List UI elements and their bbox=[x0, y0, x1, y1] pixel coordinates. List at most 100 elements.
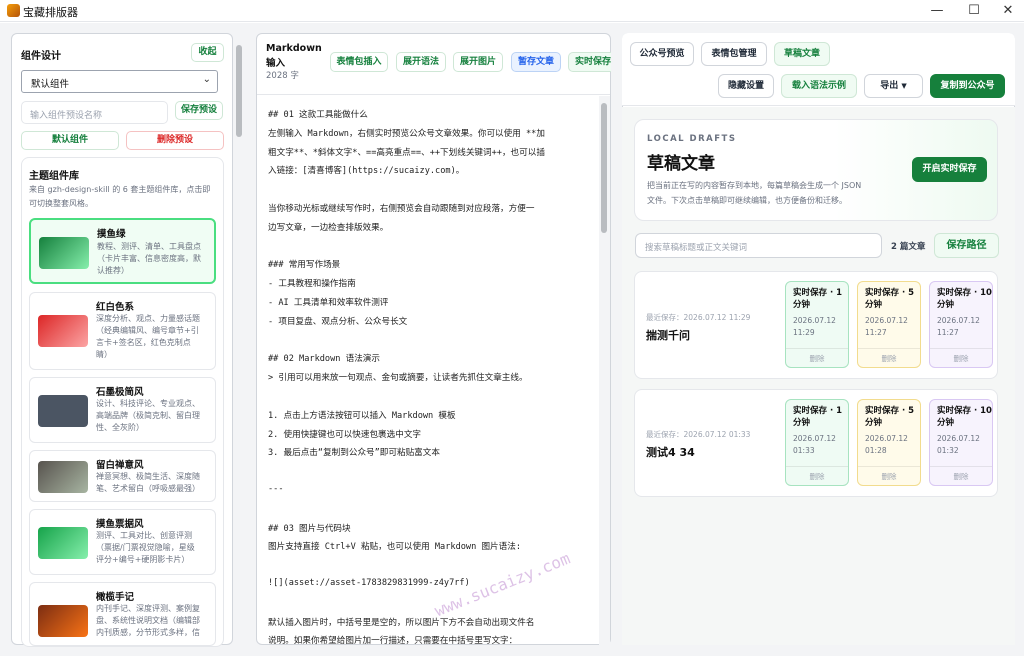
drafts-desc-2: 文件。下次点击草稿即可继续编辑，也方便备份和迁移。 bbox=[647, 196, 847, 205]
theme-card-moyu-green[interactable]: 摸鱼绿 教程、测评、清单、工具盘点 （卡片丰富、信息密度高，默 认推荐） bbox=[29, 218, 216, 284]
markdown-line: 当你移动光标或继续写作时，右侧预览会自动跟随到对应段落，方便一 bbox=[268, 204, 535, 214]
theme-card-olive[interactable]: 橄榄手记 内刊手记、深度评测、案例复 盘、系统性说明文档（编辑部 内刊质感，分节形式… bbox=[29, 582, 216, 646]
theme-swatch bbox=[38, 315, 88, 347]
left-scrollbar-thumb[interactable] bbox=[236, 45, 242, 137]
component-select[interactable]: 默认组件 ⌄ bbox=[21, 70, 218, 93]
theme-swatch bbox=[39, 237, 89, 269]
maximize-icon[interactable]: ☐ bbox=[964, 2, 984, 20]
theme-name: 摸鱼绿 bbox=[97, 229, 126, 240]
tab-drafts[interactable]: 草稿文章 bbox=[774, 42, 830, 66]
draft-title: 揣测千问 bbox=[646, 329, 690, 342]
app-icon bbox=[7, 4, 20, 17]
theme-card-ticket[interactable]: 摸鱼票据风 测评、工具对比、创意评测 （票据/门票视觉隐喻，星级 评分+编号+硬阴影… bbox=[29, 509, 216, 575]
realtime-save-button[interactable]: 实时保存 bbox=[568, 52, 611, 72]
theme-name: 留白禅意风 bbox=[96, 460, 144, 471]
delete-button[interactable]: 删除 bbox=[930, 348, 992, 368]
save-slot-1min[interactable]: 实时保存 · 1 分钟 2026.07.12 01:33 删除 bbox=[785, 399, 849, 486]
copy-to-wechat-button[interactable]: 复制到公众号 bbox=[930, 74, 1005, 98]
expand-images-button[interactable]: 展开图片 bbox=[453, 52, 503, 72]
delete-button[interactable]: 删除 bbox=[858, 348, 920, 368]
window-title: 宝藏排版器 bbox=[23, 6, 78, 19]
editor-divider bbox=[257, 94, 610, 95]
tab-wechat-preview[interactable]: 公众号预览 bbox=[630, 42, 694, 66]
draft-title: 测试4 34 bbox=[646, 446, 695, 459]
delete-button[interactable]: 删除 bbox=[786, 348, 848, 368]
markdown-line: ## 03 图片与代码块 bbox=[268, 523, 351, 534]
section-title: 组件设计 bbox=[21, 51, 61, 62]
save-preset-button[interactable]: 保存预设 bbox=[175, 101, 223, 120]
markdown-line: 默认插入图片时，中括号里是空的，所以图片下方不会自动出现文件名 bbox=[268, 617, 535, 628]
delete-button[interactable]: 删除 bbox=[930, 466, 992, 486]
delete-button[interactable]: 删除 bbox=[786, 466, 848, 486]
library-desc-2: 可切换整套风格。 bbox=[29, 199, 93, 208]
enable-realtime-save-button[interactable]: 开启实时保存 bbox=[912, 157, 987, 182]
tab-sticker-management[interactable]: 表情包管理 bbox=[701, 42, 767, 66]
markdown-line: 边写文章，一边检查排版效果。 bbox=[268, 222, 389, 233]
collapse-button[interactable]: 收起 bbox=[191, 43, 224, 62]
library-desc-1: 来自 gzh-design-skill 的 6 套主题组件库，点击即 bbox=[29, 185, 211, 194]
markdown-line: 图片支持直接 Ctrl+V 粘贴，也可以使用 Markdown 图片语法: bbox=[268, 542, 521, 553]
minimize-icon[interactable]: — bbox=[927, 2, 947, 20]
sticker-insert-button[interactable]: 表情包插入 bbox=[330, 52, 388, 72]
theme-desc: 禅意冥想、极简生活、深度随 笔、艺术留白（呼吸感最强） bbox=[96, 472, 200, 493]
markdown-line: 2. 使用快捷键也可以快速包裹选中文字 bbox=[268, 429, 422, 440]
search-placeholder: 搜索草稿标题或正文关键词 bbox=[645, 243, 748, 253]
theme-name: 石墨极简风 bbox=[96, 387, 144, 398]
library-title: 主题组件库 bbox=[29, 171, 79, 182]
markdown-line: 左侧输入 Markdown，右侧实时预览公众号文章效果。你可以使用 **加 bbox=[268, 128, 545, 139]
draft-search-input[interactable]: 搜索草稿标题或正文关键词 bbox=[635, 233, 882, 258]
draft-recent-save: 最近保存：2026.07.12 01:33 bbox=[646, 430, 751, 439]
markdown-line: ## 02 Markdown 语法演示 bbox=[268, 354, 380, 365]
export-label: 导出 bbox=[880, 81, 899, 91]
theme-card-zen[interactable]: 留白禅意风 禅意冥想、极简生活、深度随 笔、艺术留白（呼吸感最强） bbox=[29, 450, 216, 502]
theme-desc: 深度分析、观点、力量感话题 （经典编辑风、编号章节+引 言卡+签名区，红色克制点 睛） bbox=[96, 314, 200, 359]
theme-desc: 内刊手记、深度评测、案例复 盘、系统性说明文档（编辑部 内刊质感，分节形式多样，信 bbox=[96, 604, 200, 637]
editor-scrollbar-thumb[interactable] bbox=[601, 103, 607, 233]
markdown-line: 说明。如果你希望给图片加一行描述，只需要在中括号里写文字： bbox=[268, 636, 518, 647]
markdown-line: ![](asset://asset-1783829831999-z4y7rf) bbox=[268, 578, 470, 588]
save-slot-10min[interactable]: 实时保存 · 10分钟 2026.07.12 01:32 删除 bbox=[929, 399, 993, 486]
save-slot-5min[interactable]: 实时保存 · 5 分钟 2026.07.12 01:28 删除 bbox=[857, 399, 921, 486]
expand-syntax-button[interactable]: 展开语法 bbox=[396, 52, 446, 72]
markdown-line: ### 常用写作场景 bbox=[268, 260, 341, 271]
theme-desc: 设计、科技评论、专业观点、 高端品牌（极简克制、留白理 性、全灰阶） bbox=[96, 399, 200, 432]
theme-desc: 测评、工具对比、创意评测 （票据/门票视觉隐喻，星级 评分+编号+硬阴影卡片） bbox=[96, 531, 195, 564]
save-slot-10min[interactable]: 实时保存 · 10分钟 2026.07.12 11:27 删除 bbox=[929, 281, 993, 368]
theme-name: 摸鱼票据风 bbox=[96, 519, 144, 530]
export-button[interactable]: 导出 ▼ bbox=[864, 74, 923, 98]
default-component-button[interactable]: 默认组件 bbox=[21, 131, 119, 150]
delete-button[interactable]: 删除 bbox=[858, 466, 920, 486]
theme-swatch bbox=[38, 527, 88, 559]
markdown-line: ## 01 这款工具能做什么 bbox=[268, 110, 368, 120]
markdown-line: 入链接：[清喜博客](https://sucaizy.com)。 bbox=[268, 166, 465, 177]
draft-count: 2 篇文章 bbox=[891, 242, 926, 252]
save-slot-5min[interactable]: 实时保存 · 5 分钟 2026.07.12 11:27 删除 bbox=[857, 281, 921, 368]
preset-name-input[interactable]: 输入组件预设名称 bbox=[21, 101, 168, 124]
save-slot-1min[interactable]: 实时保存 · 1 分钟 2026.07.12 11:29 删除 bbox=[785, 281, 849, 368]
save-draft-button[interactable]: 暂存文章 bbox=[511, 52, 561, 72]
theme-card-red-white[interactable]: 红白色系 深度分析、观点、力量感话题 （经典编辑风、编号章节+引 言卡+签名区，红色… bbox=[29, 292, 216, 370]
theme-swatch bbox=[38, 461, 88, 493]
markdown-line: - 工具教程和操作指南 bbox=[268, 279, 356, 290]
markdown-line: 3. 最后点击“复制到公众号”即可粘贴富文本 bbox=[268, 448, 440, 459]
markdown-line: 粗文字**、*斜体文字*、==高亮重点==、++下划线关键词++，也可以插 bbox=[268, 147, 545, 158]
hide-settings-button[interactable]: 隐藏设置 bbox=[718, 74, 774, 98]
title-bar: 宝藏排版器 — ☐ ✕ bbox=[0, 0, 1024, 22]
theme-card-graphite[interactable]: 石墨极简风 设计、科技评论、专业观点、 高端品牌（极简克制、留白理 性、全灰阶） bbox=[29, 377, 216, 443]
drafts-eyebrow: LOCAL DRAFTS bbox=[647, 134, 737, 144]
editor-title-2: 输入 bbox=[266, 58, 286, 69]
markdown-line: - AI 工具清单和效率软件测评 bbox=[268, 298, 389, 308]
theme-swatch bbox=[38, 395, 88, 427]
delete-preset-button[interactable]: 删除预设 bbox=[126, 131, 224, 150]
drafts-desc-1: 把当前正在写的内容暂存到本地，每篇草稿会生成一个 JSON bbox=[647, 181, 862, 190]
drafts-heading: 草稿文章 bbox=[647, 154, 715, 174]
close-icon[interactable]: ✕ bbox=[998, 2, 1018, 20]
caret-down-icon: ▼ bbox=[901, 82, 907, 90]
chevron-down-icon: ⌄ bbox=[202, 74, 211, 85]
theme-name: 橄榄手记 bbox=[96, 592, 135, 603]
theme-name: 红白色系 bbox=[96, 302, 135, 313]
save-path-button[interactable]: 保存路径 bbox=[934, 233, 999, 258]
markdown-line: 1. 点击上方语法按钮可以插入 Markdown 模板 bbox=[268, 410, 456, 421]
load-syntax-sample-button[interactable]: 载入语法示例 bbox=[781, 74, 857, 98]
markdown-line: > 引用可以用来放一句观点、金句或摘要，让读者先抓住文章主线。 bbox=[268, 373, 528, 384]
